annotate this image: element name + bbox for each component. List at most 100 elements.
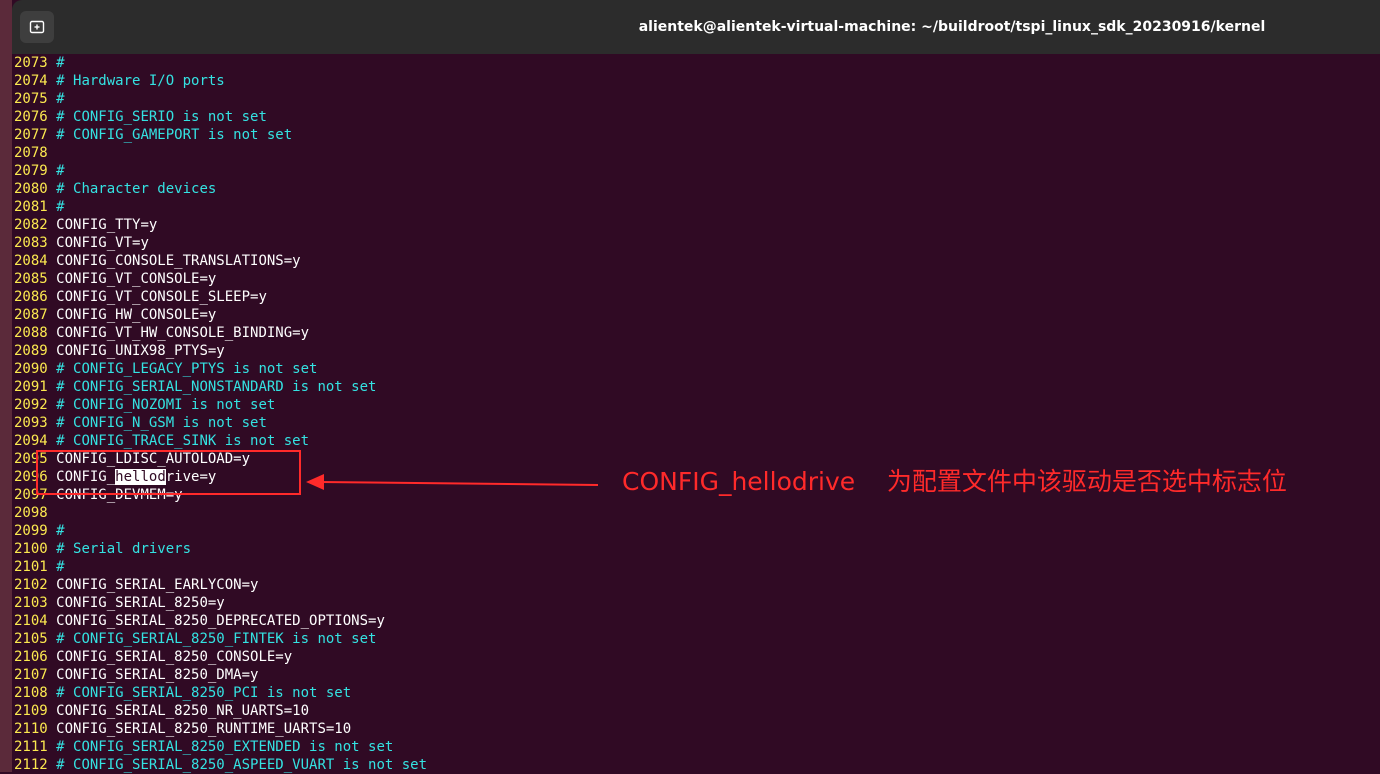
window-title: alientek@alientek-virtual-machine: ~/bui… (638, 19, 1266, 35)
editor-line: 2082 CONFIG_TTY=y (14, 216, 157, 234)
line-number: 2092 (14, 397, 48, 413)
line-text: # CONFIG_SERIAL_8250_ASPEED_VUART is not… (56, 757, 428, 773)
line-text: # Hardware I/O ports (56, 73, 225, 89)
line-text: CONFIG_SERIAL_EARLYCON=y (56, 577, 259, 593)
line-number: 2108 (14, 685, 48, 701)
line-number: 2075 (14, 91, 48, 107)
editor-line: 2103 CONFIG_SERIAL_8250=y (14, 594, 225, 612)
line-number: 2084 (14, 253, 48, 269)
editor-line: 2111 # CONFIG_SERIAL_8250_EXTENDED is no… (14, 738, 393, 756)
line-text: CONFIG_CONSOLE_TRANSLATIONS=y (56, 253, 301, 269)
line-text: # Character devices (56, 181, 217, 197)
editor-line: 2092 # CONFIG_NOZOMI is not set (14, 396, 275, 414)
line-text: # CONFIG_GAMEPORT is not set (56, 127, 293, 143)
line-number: 2086 (14, 289, 48, 305)
annotation-arrow (306, 474, 599, 490)
line-text: CONFIG_SERIAL_8250_DMA=y (56, 667, 259, 683)
editor-line: 2093 # CONFIG_N_GSM is not set (14, 414, 267, 432)
line-text: # CONFIG_SERIO is not set (56, 109, 267, 125)
annotation-text: CONFIG_hellodrive 为配置文件中该驱动是否选中标志位 (622, 467, 1287, 496)
line-text: CONFIG_SERIAL_8250_DEPRECATED_OPTIONS=y (56, 613, 385, 629)
editor-line: 2106 CONFIG_SERIAL_8250_CONSOLE=y (14, 648, 292, 666)
line-number: 2091 (14, 379, 48, 395)
line-text: # (56, 523, 65, 539)
line-number: 2078 (14, 145, 48, 161)
editor-line: 2074 # Hardware I/O ports (14, 72, 225, 90)
line-text: CONFIG_VT_HW_CONSOLE_BINDING=y (56, 325, 310, 341)
line-text: # CONFIG_SERIAL_8250_EXTENDED is not set (56, 739, 394, 755)
line-number: 2106 (14, 649, 48, 665)
line-number: 2082 (14, 217, 48, 233)
editor-line: 2090 # CONFIG_LEGACY_PTYS is not set (14, 360, 317, 378)
line-number: 2094 (14, 433, 48, 449)
line-text: # CONFIG_SERIAL_NONSTANDARD is not set (56, 379, 377, 395)
line-number: 2080 (14, 181, 48, 197)
line-text: # CONFIG_NOZOMI is not set (56, 397, 276, 413)
line-text: # (56, 199, 65, 215)
line-text: # CONFIG_SERIAL_8250_FINTEK is not set (56, 631, 377, 647)
line-number: 2083 (14, 235, 48, 251)
new-tab-icon (29, 20, 45, 34)
editor-line: 2112 # CONFIG_SERIAL_8250_ASPEED_VUART i… (14, 756, 427, 774)
editor-line: 2102 CONFIG_SERIAL_EARLYCON=y (14, 576, 258, 594)
new-tab-button[interactable] (20, 11, 54, 43)
editor-line: 2104 CONFIG_SERIAL_8250_DEPRECATED_OPTIO… (14, 612, 385, 630)
line-number: 2102 (14, 577, 48, 593)
line-text: CONFIG_UNIX98_PTYS=y (56, 343, 225, 359)
line-text: CONFIG_VT=y (56, 235, 149, 251)
line-text: CONFIG_VT_CONSOLE=y (56, 271, 217, 287)
editor-line: 2076 # CONFIG_SERIO is not set (14, 108, 267, 126)
line-text: # (56, 55, 65, 71)
line-number: 2112 (14, 757, 48, 773)
line-text: # CONFIG_SERIAL_8250_PCI is not set (56, 685, 352, 701)
desktop-edge (0, 0, 12, 772)
line-number: 2104 (14, 613, 48, 629)
line-text: # Serial drivers (56, 541, 192, 557)
editor-line: 2107 CONFIG_SERIAL_8250_DMA=y (14, 666, 258, 684)
line-number: 2077 (14, 127, 48, 143)
editor-line: 2094 # CONFIG_TRACE_SINK is not set (14, 432, 309, 450)
line-number: 2101 (14, 559, 48, 575)
line-text: CONFIG_SERIAL_8250=y (56, 595, 225, 611)
terminal-content[interactable]: 2073 #2074 # Hardware I/O ports 2075 #207… (12, 54, 1380, 774)
line-number: 2079 (14, 163, 48, 179)
line-text: CONFIG_TTY=y (56, 217, 158, 233)
editor-line: 2073 # (14, 54, 65, 72)
line-number: 2087 (14, 307, 48, 323)
editor-line: 2080 # Character devices (14, 180, 216, 198)
line-text: CONFIG_HW_CONSOLE=y (56, 307, 217, 323)
line-text: # CONFIG_N_GSM is not set (56, 415, 267, 431)
line-number: 2100 (14, 541, 48, 557)
editor-line: 2105 # CONFIG_SERIAL_8250_FINTEK is not … (14, 630, 376, 648)
editor-line: 2110 CONFIG_SERIAL_8250_RUNTIME_UARTS=10 (14, 720, 351, 738)
line-number: 2110 (14, 721, 48, 737)
line-number: 2081 (14, 199, 48, 215)
line-text: # CONFIG_LEGACY_PTYS is not set (56, 361, 318, 377)
line-number: 2089 (14, 343, 48, 359)
editor-line: 2085 CONFIG_VT_CONSOLE=y (14, 270, 216, 288)
line-text: CONFIG_SERIAL_8250_CONSOLE=y (56, 649, 293, 665)
title-bar: alientek@alientek-virtual-machine: ~/bui… (12, 0, 1380, 54)
line-text: CONFIG_SERIAL_8250_RUNTIME_UARTS=10 (56, 721, 352, 737)
line-number: 2105 (14, 631, 48, 647)
editor-line: 2098 (14, 504, 56, 522)
editor-line: 2091 # CONFIG_SERIAL_NONSTANDARD is not … (14, 378, 376, 396)
editor-line: 2108 # CONFIG_SERIAL_8250_PCI is not set (14, 684, 351, 702)
editor-line: 2100 # Serial drivers (14, 540, 191, 558)
editor-line: 2084 CONFIG_CONSOLE_TRANSLATIONS=y (14, 252, 301, 270)
line-text: # (56, 163, 65, 179)
line-text: # (56, 91, 65, 107)
line-number: 2107 (14, 667, 48, 683)
line-text: CONFIG_SERIAL_8250_NR_UARTS=10 (56, 703, 310, 719)
annotation-highlight-box (36, 450, 301, 495)
line-number: 2076 (14, 109, 48, 125)
editor-line: 2101 # (14, 558, 65, 576)
line-number: 2074 (14, 73, 48, 89)
editor-line: 2083 CONFIG_VT=y (14, 234, 149, 252)
line-number: 2103 (14, 595, 48, 611)
line-number: 2073 (14, 55, 48, 71)
line-number: 2111 (14, 739, 48, 755)
editor-line: 2081 # (14, 198, 65, 216)
editor-line: 2109 CONFIG_SERIAL_8250_NR_UARTS=10 (14, 702, 309, 720)
line-number: 2093 (14, 415, 48, 431)
